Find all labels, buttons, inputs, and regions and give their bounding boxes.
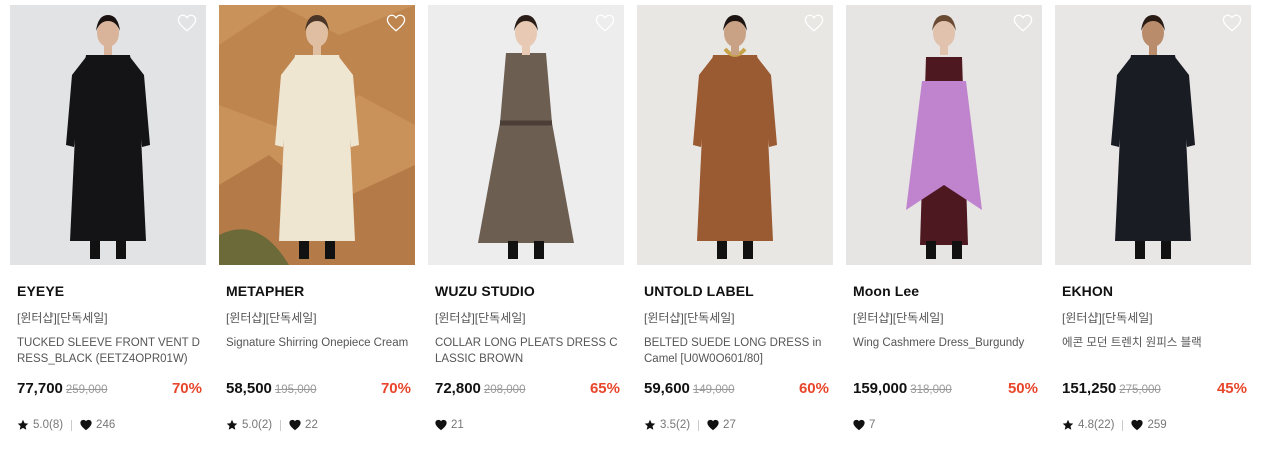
wishlist-heart-icon[interactable]: [595, 14, 615, 32]
product-card[interactable]: UNTOLD LABEL [윈터샵][단독세일] BELTED SUEDE LONG…: [637, 5, 833, 431]
rating: 5.0(2): [242, 419, 273, 431]
promo-tag: [윈터샵][단독세일]: [17, 311, 108, 325]
like-count: 27: [723, 419, 736, 431]
wishlist-heart-icon[interactable]: [386, 14, 406, 32]
sale-price: 72,800: [435, 380, 481, 397]
star-icon: [1062, 419, 1074, 431]
product-card[interactable]: WUZU STUDIO [윈터샵][단독세일] COLLAR LONG PLEATS…: [428, 5, 624, 431]
rating: 5.0(8): [33, 419, 64, 431]
product-name[interactable]: TUCKED SLEEVE FRONT VENT DRESS_BLACK (EE…: [17, 335, 202, 369]
sale-price: 151,250: [1062, 380, 1117, 397]
divider: [1122, 419, 1124, 431]
product-name[interactable]: 에콘 모던 트렌치 원피스 블랙: [1062, 335, 1247, 369]
like-count: 22: [305, 419, 318, 431]
product-image[interactable]: [428, 5, 624, 265]
price-row: 77,700 259,000 70%: [17, 380, 206, 400]
price-row: 72,800 208,000 65%: [435, 380, 624, 400]
brand-name[interactable]: METAPHER: [226, 283, 415, 299]
product-name[interactable]: BELTED SUEDE LONG DRESS in Camel [U0W0O6…: [644, 335, 829, 369]
like-count: 259: [1147, 419, 1167, 431]
wishlist-heart-icon[interactable]: [1222, 14, 1242, 32]
product-image[interactable]: [1055, 5, 1251, 265]
discount-rate: 60%: [798, 380, 829, 397]
product-image[interactable]: [219, 5, 415, 265]
review-stats: 5.0(2) 22: [226, 419, 415, 431]
product-card[interactable]: EYEYE [윈터샵][단독세일] TUCKED SLEEVE FRONT VENT…: [10, 5, 206, 431]
discount-rate: 50%: [1007, 380, 1038, 397]
promo-tag: [윈터샵][단독세일]: [1062, 311, 1153, 325]
product-card[interactable]: METAPHER [윈터샵][단독세일] Signature Shirring On…: [219, 5, 415, 431]
product-grid: EYEYE [윈터샵][단독세일] TUCKED SLEEVE FRONT VENT…: [0, 0, 1265, 462]
rating: 4.8(22): [1078, 419, 1115, 431]
divider: [71, 419, 73, 431]
brand-name[interactable]: WUZU STUDIO: [435, 283, 624, 299]
promo-tag: [윈터샵][단독세일]: [853, 311, 944, 325]
sale-price: 77,700: [17, 380, 63, 397]
product-image[interactable]: [637, 5, 833, 265]
like-heart-icon: [435, 419, 447, 431]
original-price: 275,000: [1119, 384, 1161, 396]
price-row: 159,000 318,000 50%: [853, 380, 1042, 400]
promo-tag: [윈터샵][단독세일]: [644, 311, 735, 325]
discount-rate: 45%: [1216, 380, 1247, 397]
promo-tag: [윈터샵][단독세일]: [435, 311, 526, 325]
brand-name[interactable]: EYEYE: [17, 283, 206, 299]
sale-price: 58,500: [226, 380, 272, 397]
divider: [280, 419, 282, 431]
star-icon: [226, 419, 238, 431]
like-count: 21: [451, 419, 464, 431]
original-price: 259,000: [65, 384, 108, 396]
original-price: 149,000: [692, 384, 735, 396]
like-heart-icon: [1131, 419, 1144, 431]
wishlist-heart-icon[interactable]: [177, 14, 197, 32]
product-name[interactable]: Wing Cashmere Dress_Burgundy: [853, 335, 1038, 369]
wishlist-heart-icon[interactable]: [804, 14, 824, 32]
product-card[interactable]: EKHON [윈터샵][단독세일] 에콘 모던 트렌치 원피스 블랙 151,250 2…: [1055, 5, 1251, 431]
wishlist-heart-icon[interactable]: [1013, 14, 1033, 32]
price-row: 58,500 195,000 70%: [226, 380, 415, 400]
like-heart-icon: [80, 419, 92, 431]
original-price: 208,000: [483, 384, 526, 396]
like-count: 246: [96, 419, 116, 431]
like-heart-icon: [289, 419, 301, 431]
review-stats: 3.5(2) 27: [644, 419, 833, 431]
sale-price: 159,000: [853, 380, 908, 397]
brand-name[interactable]: Moon Lee: [853, 283, 1042, 299]
brand-name[interactable]: EKHON: [1062, 283, 1251, 299]
rating: 3.5(2): [660, 419, 691, 431]
product-image[interactable]: [846, 5, 1042, 265]
like-heart-icon: [707, 419, 719, 431]
review-stats: 5.0(8) 246: [17, 419, 206, 431]
price-row: 151,250 275,000 45%: [1062, 380, 1251, 400]
original-price: 318,000: [910, 384, 952, 396]
product-name[interactable]: Signature Shirring Onepiece Cream: [226, 335, 411, 369]
brand-name[interactable]: UNTOLD LABEL: [644, 283, 833, 299]
divider: [698, 419, 700, 431]
discount-rate: 65%: [589, 380, 620, 397]
review-stats: 4.8(22) 259: [1062, 419, 1251, 431]
product-card[interactable]: Moon Lee [윈터샵][단독세일] Wing Cashmere Dress_B…: [846, 5, 1042, 431]
discount-rate: 70%: [380, 380, 411, 397]
like-heart-icon: [853, 419, 865, 431]
product-image[interactable]: [10, 5, 206, 265]
price-row: 59,600 149,000 60%: [644, 380, 833, 400]
sale-price: 59,600: [644, 380, 690, 397]
promo-tag: [윈터샵][단독세일]: [226, 311, 317, 325]
review-stats: 21: [435, 419, 624, 431]
star-icon: [644, 419, 656, 431]
review-stats: 7: [853, 419, 1042, 431]
star-icon: [17, 419, 29, 431]
discount-rate: 70%: [171, 380, 202, 397]
product-name[interactable]: COLLAR LONG PLEATS DRESS CLASSIC BROWN: [435, 335, 620, 369]
like-count: 7: [869, 419, 876, 431]
original-price: 195,000: [274, 384, 317, 396]
